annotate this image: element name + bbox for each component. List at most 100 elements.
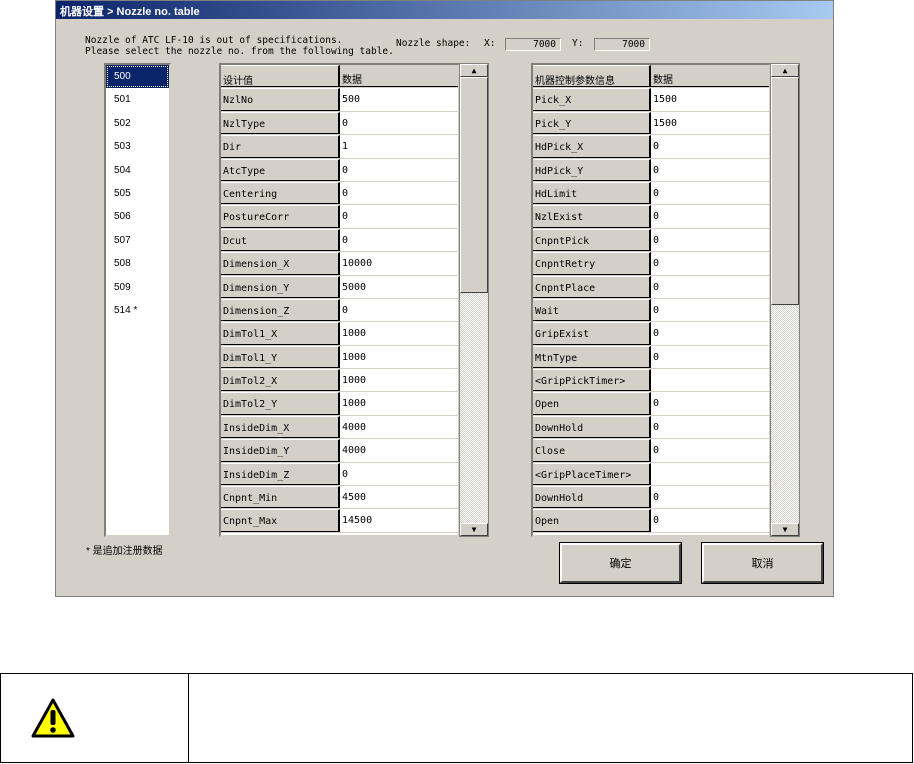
cancel-button[interactable]: 取消 [701,542,824,584]
table-row[interactable]: CnpntRetry 0 [533,252,769,276]
param-value[interactable]: 0 [651,205,769,227]
param-value[interactable]: 1 [340,135,458,157]
nozzle-list-item[interactable]: 507 [106,229,169,252]
table-row[interactable]: Dimension_Z 0 [221,298,458,323]
table-row[interactable]: AtcType 0 [221,158,458,182]
param-value[interactable]: 500 [340,88,458,110]
scroll-up-button[interactable]: ▲ [460,64,488,77]
param-value[interactable]: 0 [340,463,458,485]
table-row[interactable]: DimTol2_Y 1000 [221,392,458,416]
scroll-thumb[interactable] [771,77,799,305]
machine-table-scrollbar[interactable]: ▲ ▼ [770,63,800,537]
table-row[interactable]: Centering 0 [221,181,458,206]
param-value[interactable]: 0 [651,322,769,344]
param-value[interactable]: 1000 [340,392,458,414]
table-row[interactable]: Dimension_X 10000 [221,252,458,276]
table-row[interactable]: HdLimit 0 [533,181,769,206]
param-value[interactable]: 1500 [651,88,769,110]
table-row[interactable]: DownHold 0 [533,486,769,510]
nozzle-list-item[interactable]: 504 [106,159,169,182]
table-row[interactable]: InsideDim_X 4000 [221,415,458,440]
param-value[interactable]: 0 [651,416,769,438]
param-value[interactable]: 1000 [340,369,458,391]
param-value[interactable]: 4000 [340,439,458,461]
param-value[interactable]: 0 [340,112,458,134]
param-value[interactable]: 5000 [340,276,458,298]
param-name: Pick_X [533,88,651,111]
table-row[interactable]: Dcut 0 [221,228,458,253]
param-value[interactable]: 0 [651,182,769,204]
param-value[interactable]: 0 [340,159,458,181]
param-value[interactable]: 1000 [340,322,458,344]
table-row[interactable]: <GripPlaceTimer> [533,462,769,487]
table-row[interactable]: Pick_Y 1500 [533,111,769,136]
param-value[interactable]: 0 [651,229,769,251]
scroll-up-button[interactable]: ▲ [771,64,799,77]
table-row[interactable]: NzlExist 0 [533,205,769,229]
table-row[interactable]: GripExist 0 [533,322,769,346]
table-row[interactable]: Wait 0 [533,298,769,323]
param-value[interactable]: 0 [651,299,769,321]
param-name: DownHold [533,415,651,439]
design-table-scrollbar[interactable]: ▲ ▼ [459,63,489,537]
table-row[interactable]: Dir 1 [221,135,458,159]
nozzle-list-item[interactable]: 501 [106,88,169,111]
param-value[interactable]: 0 [651,276,769,298]
nozzle-list[interactable]: 500 501 502 503 504 505 506 507 508 509 514 * [104,63,171,537]
table-row[interactable]: NzlNo 500 [221,88,458,112]
scroll-down-button[interactable]: ▼ [771,523,799,536]
table-row[interactable]: Open 0 [533,392,769,416]
scroll-thumb[interactable] [460,77,488,293]
table-row[interactable]: Cnpnt_Min 4500 [221,486,458,510]
param-value[interactable]: 0 [651,159,769,181]
scroll-down-button[interactable]: ▼ [460,523,488,536]
table-row[interactable]: DownHold 0 [533,415,769,440]
param-value[interactable]: 1000 [340,346,458,368]
param-value[interactable]: 0 [651,346,769,368]
param-value[interactable]: 0 [340,299,458,321]
table-row[interactable]: DimTol1_X 1000 [221,322,458,346]
nozzle-list-item[interactable]: 505 [106,182,169,205]
nozzle-list-item[interactable]: 500 [106,65,169,89]
param-value[interactable]: 0 [651,509,769,531]
table-row[interactable]: HdPick_Y 0 [533,158,769,182]
param-value[interactable]: 0 [340,229,458,251]
param-value[interactable]: 0 [651,135,769,157]
param-value[interactable]: 0 [651,252,769,274]
param-value[interactable]: 0 [340,205,458,227]
table-row[interactable]: NzlType 0 [221,111,458,136]
ok-button[interactable]: 确定 [559,542,682,584]
param-value[interactable]: 0 [651,392,769,414]
param-value[interactable]: 10000 [340,252,458,274]
table-row[interactable]: HdPick_X 0 [533,135,769,159]
table-row[interactable]: MtnType 0 [533,345,769,370]
nozzle-list-item[interactable]: 508 [106,252,169,275]
param-value[interactable]: 1500 [651,112,769,134]
param-value[interactable] [651,369,769,391]
table-row[interactable]: CnpntPick 0 [533,228,769,253]
param-value[interactable]: 4000 [340,416,458,438]
table-row[interactable]: InsideDim_Y 4000 [221,439,458,463]
table-row[interactable]: DimTol1_Y 1000 [221,345,458,370]
table-row[interactable]: <GripPickTimer> [533,369,769,393]
nozzle-list-item[interactable]: 502 [106,112,169,135]
table-row[interactable]: Open 0 [533,509,769,533]
table-row[interactable]: DimTol2_X 1000 [221,369,458,393]
table-row[interactable]: CnpntPlace 0 [533,275,769,299]
table-row[interactable]: Close 0 [533,439,769,463]
param-value[interactable]: 0 [340,182,458,204]
nozzle-list-item[interactable]: 514 * [106,299,169,322]
table-row[interactable]: Dimension_Y 5000 [221,275,458,299]
param-value[interactable] [651,463,769,485]
param-value[interactable]: 14500 [340,509,458,531]
table-row[interactable]: Cnpnt_Max 14500 [221,509,458,533]
nozzle-list-item[interactable]: 503 [106,135,169,158]
table-row[interactable]: InsideDim_Z 0 [221,462,458,487]
param-value[interactable]: 4500 [340,486,458,508]
param-value[interactable]: 0 [651,486,769,508]
nozzle-list-item[interactable]: 506 [106,205,169,228]
nozzle-list-item[interactable]: 509 [106,276,169,299]
param-value[interactable]: 0 [651,439,769,461]
table-row[interactable]: PostureCorr 0 [221,205,458,229]
table-row[interactable]: Pick_X 1500 [533,88,769,112]
